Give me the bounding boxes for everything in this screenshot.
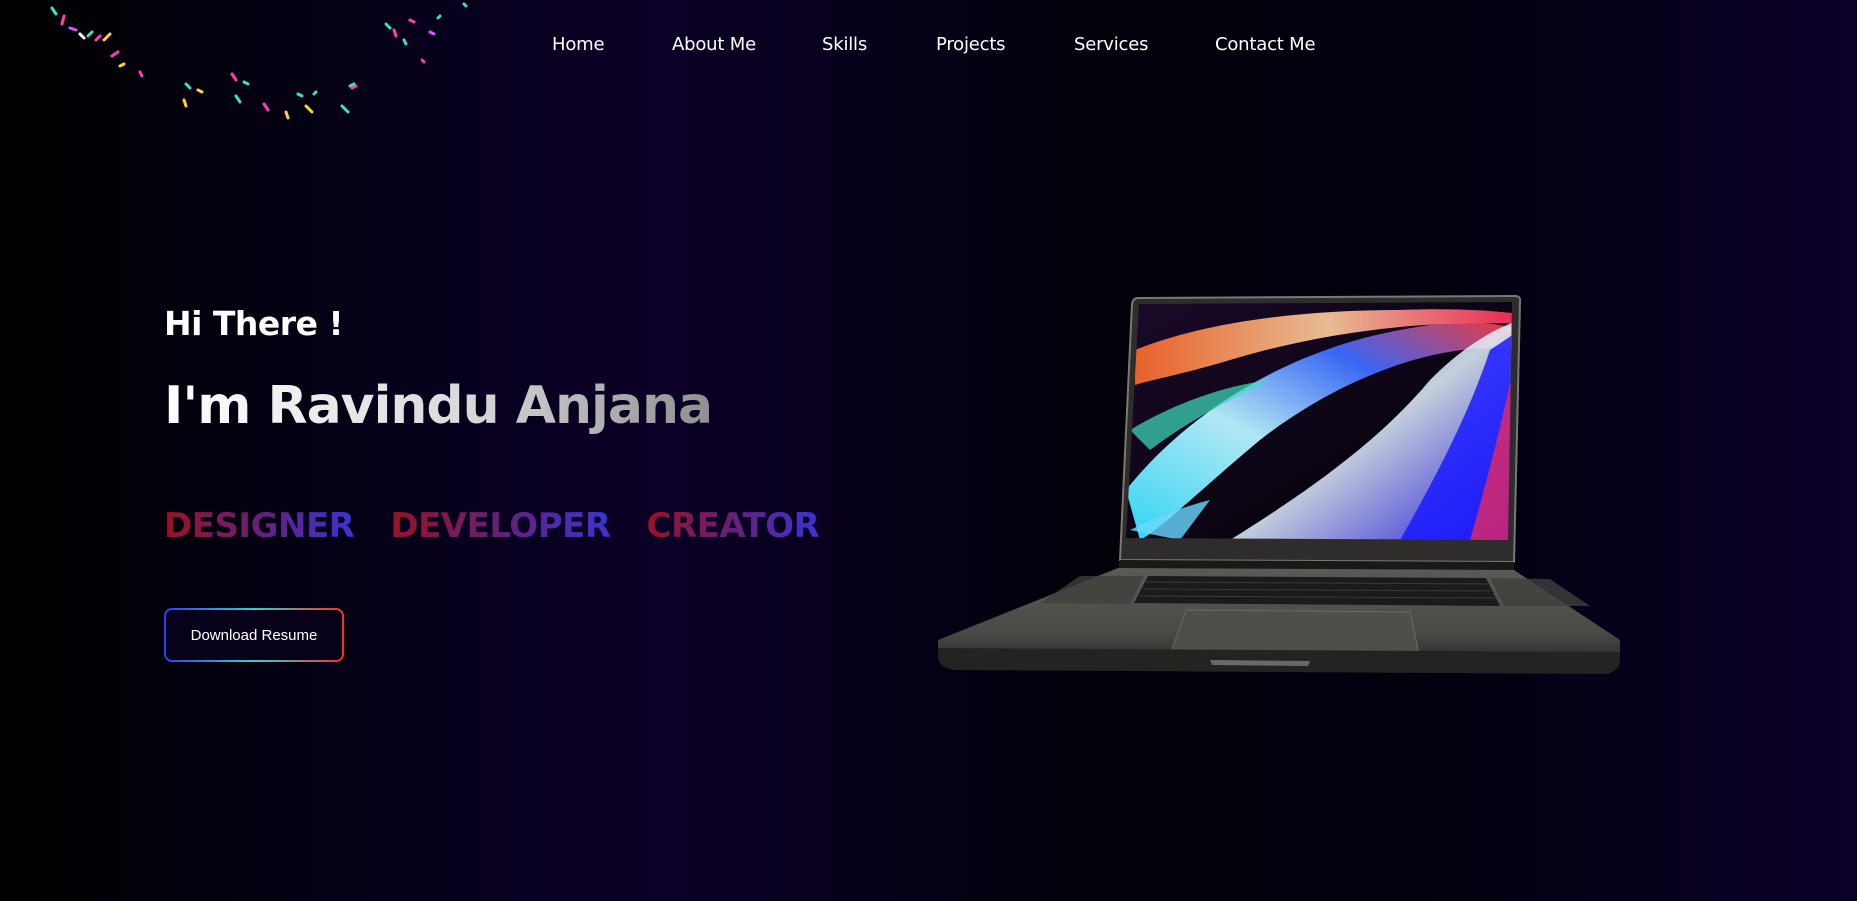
role-creator: CREATOR: [646, 506, 820, 546]
confetti-decoration: [50, 2, 468, 120]
nav-item-about[interactable]: About Me: [672, 34, 756, 55]
nav-link-contact[interactable]: Contact Me: [1215, 34, 1316, 55]
nav-link-projects[interactable]: Projects: [936, 34, 1006, 55]
download-resume-button[interactable]: Download Resume: [164, 608, 344, 662]
nav-item-skills[interactable]: Skills: [822, 34, 867, 55]
download-resume-label: Download Resume: [166, 610, 342, 660]
nav-link-skills[interactable]: Skills: [822, 34, 867, 55]
nav-link-services[interactable]: Services: [1074, 34, 1149, 55]
nav-item-services[interactable]: Services: [1074, 34, 1149, 55]
nav-item-projects[interactable]: Projects: [936, 34, 1006, 55]
laptop-illustration: [938, 294, 1620, 674]
nav-link-home[interactable]: Home: [552, 34, 605, 55]
page: Home About Me Skills Projects Services C…: [0, 0, 1857, 901]
role-designer: DESIGNER: [164, 506, 355, 546]
nav-item-home[interactable]: Home: [552, 34, 605, 55]
nav-item-contact[interactable]: Contact Me: [1215, 34, 1316, 55]
hero-name: I'm Ravindu Anjana: [164, 376, 713, 436]
nav-link-about[interactable]: About Me: [672, 34, 756, 55]
hero-greeting: Hi There !: [164, 304, 344, 343]
hero-roles: DESIGNER DEVELOPER CREATOR: [164, 506, 820, 546]
role-developer: DEVELOPER: [390, 506, 611, 546]
